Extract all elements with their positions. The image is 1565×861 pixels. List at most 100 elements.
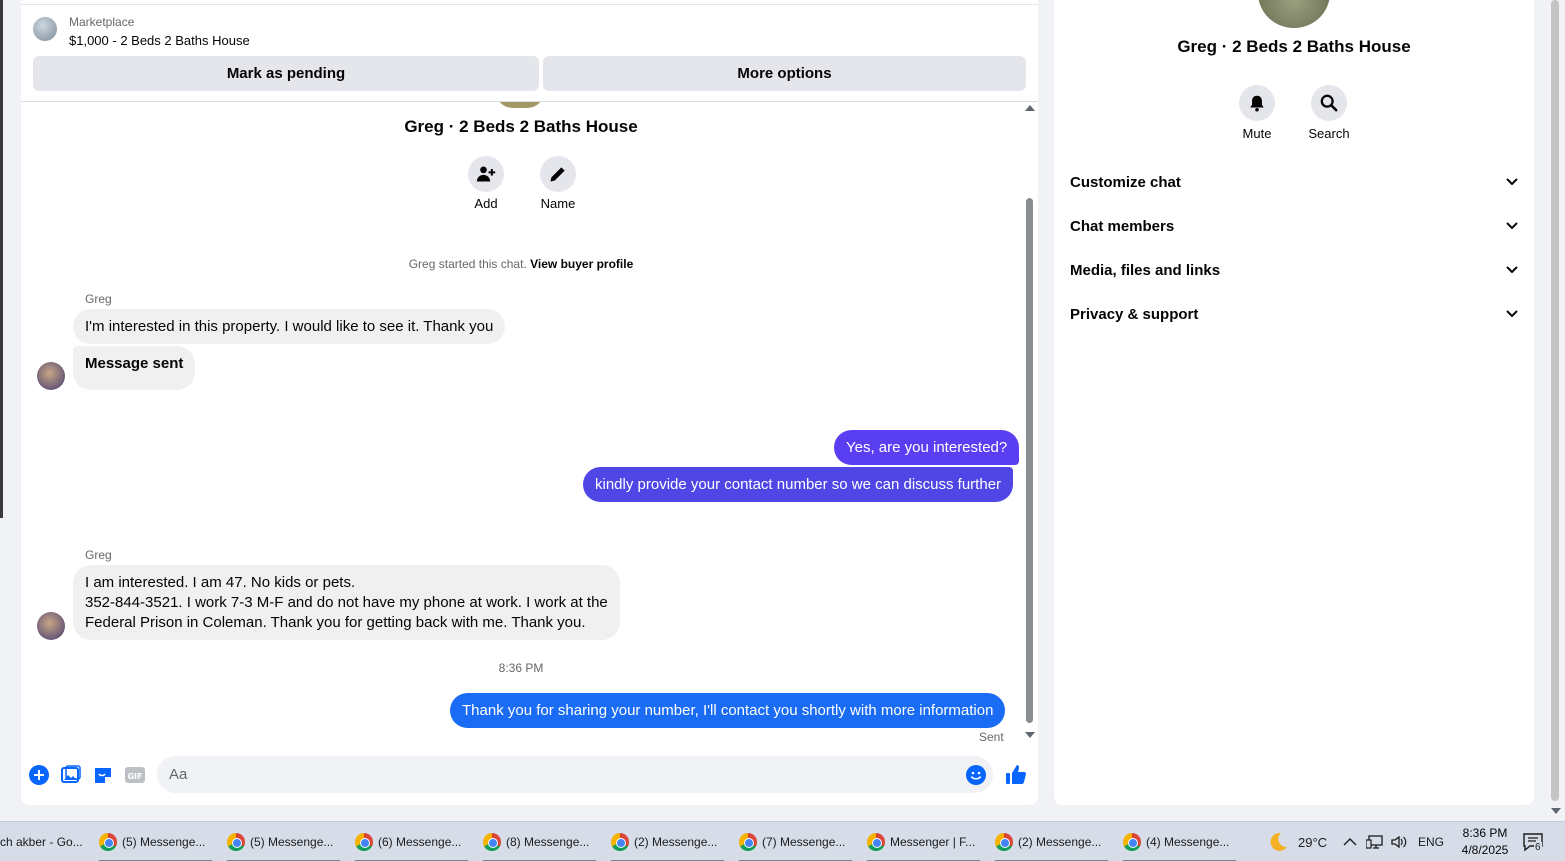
greg-avatar[interactable] <box>37 612 65 640</box>
message-line: I am interested. I am 47. No kids or pet… <box>85 574 356 591</box>
notifications-button[interactable]: 6 <box>1522 822 1544 861</box>
thumbs-up-icon <box>1006 765 1026 784</box>
taskbar-app-label: (8) Messenge... <box>506 835 590 849</box>
chrome-icon <box>1123 833 1141 851</box>
attach-media-button[interactable] <box>60 764 82 786</box>
greg-avatar[interactable] <box>37 362 65 390</box>
weather-widget[interactable]: 29°C <box>1266 822 1327 861</box>
svg-text:GIF: GIF <box>127 772 142 781</box>
taskbar-app-label: (4) Messenge... <box>1146 835 1230 849</box>
chrome-icon <box>611 833 629 851</box>
message-scrollbar[interactable] <box>1024 102 1035 742</box>
chevron-down-icon <box>1506 310 1518 318</box>
add-label: Add <box>474 196 498 211</box>
clock-date: 4/8/2025 <box>1461 843 1509 857</box>
taskbar-app-label: (5) Messenge... <box>250 835 334 849</box>
mark-as-pending-button[interactable]: Mark as pending <box>33 56 539 91</box>
message-line: Federal Prison in Coleman. Thank you for… <box>85 614 586 631</box>
network-button[interactable] <box>1366 822 1384 861</box>
language-label: ENG <box>1418 835 1445 849</box>
scroll-down-arrow-icon[interactable] <box>1025 732 1035 738</box>
taskbar-app[interactable]: (6) Messenge... <box>355 822 468 861</box>
chat-members-section[interactable]: Chat members <box>1070 206 1518 246</box>
plus-circle-icon <box>29 765 49 785</box>
chrome-icon <box>227 833 245 851</box>
more-actions-button[interactable] <box>28 764 50 786</box>
media-files-links-section[interactable]: Media, files and links <box>1070 250 1518 290</box>
taskbar-app[interactable]: (5) Messenge... <box>227 822 340 861</box>
system-clock[interactable]: 8:36 PM 4/8/2025 <box>1455 825 1515 859</box>
volume-button[interactable] <box>1390 822 1408 861</box>
rename-button[interactable] <box>540 156 576 192</box>
chevron-down-icon <box>1506 222 1518 230</box>
add-person-icon <box>476 166 496 182</box>
taskbar-app-label: Messenger | F... <box>890 835 976 849</box>
search-button[interactable] <box>1311 85 1347 121</box>
more-options-button[interactable]: More options <box>543 56 1026 91</box>
page-scroll-thumb[interactable] <box>1551 0 1559 801</box>
like-button[interactable] <box>1004 764 1028 786</box>
message-timestamp: 8:36 PM <box>498 661 544 675</box>
show-hidden-icons-button[interactable] <box>1343 822 1357 861</box>
message-list[interactable]: Greg · 2 Beds 2 Baths House Add Name Gre… <box>21 102 1038 742</box>
chrome-icon <box>739 833 757 851</box>
message-bubble-incoming[interactable]: I'm interested in this property. I would… <box>73 309 506 344</box>
scroll-down-arrow-icon[interactable] <box>1551 808 1561 814</box>
chrome-icon <box>995 833 1013 851</box>
name-label: Name <box>540 196 576 211</box>
mute-button[interactable] <box>1239 85 1275 121</box>
scroll-up-arrow-icon[interactable] <box>1025 105 1035 111</box>
taskbar-app[interactable]: (4) Messenge... <box>1123 822 1236 861</box>
windows-taskbar: ch akber - Go... (5) Messenge... (5) Mes… <box>0 821 1565 861</box>
chevron-down-icon <box>1506 178 1518 186</box>
listing-thumbnail[interactable] <box>33 17 57 41</box>
marketplace-listing-bar: Marketplace $1,000 - 2 Beds 2 Baths Hous… <box>21 4 1038 102</box>
clock-time: 8:36 PM <box>1462 826 1508 840</box>
section-label: Media, files and links <box>1070 261 1221 279</box>
emoji-button[interactable] <box>965 764 987 786</box>
taskbar-app-label: (6) Messenge... <box>378 835 462 849</box>
group-avatar <box>495 102 545 108</box>
info-title: Greg · 2 Beds 2 Baths House <box>1177 37 1411 56</box>
chevron-up-icon <box>1343 838 1357 846</box>
language-indicator[interactable]: ENG <box>1418 822 1444 861</box>
listing-title[interactable]: $1,000 - 2 Beds 2 Baths House <box>69 33 250 48</box>
notification-count: 6 <box>1534 842 1542 853</box>
taskbar-app[interactable]: (8) Messenge... <box>483 822 596 861</box>
message-bubble-outgoing[interactable]: Thank you for sharing your number, I'll … <box>450 693 1006 728</box>
chat-info-panel: Greg · 2 Beds 2 Baths House Mute Search … <box>1054 0 1534 805</box>
taskbar-app[interactable]: (5) Messenge... <box>99 822 212 861</box>
view-buyer-profile-link[interactable]: View buyer profile <box>530 257 633 271</box>
taskbar-app[interactable]: (7) Messenge... <box>739 822 852 861</box>
chrome-icon <box>99 833 117 851</box>
weather-temp: 29°C <box>1298 834 1328 850</box>
search-icon <box>1320 94 1338 112</box>
taskbar-app[interactable]: ch akber - Go... <box>0 822 86 861</box>
chrome-icon <box>355 833 373 851</box>
page-scrollbar[interactable] <box>1547 0 1565 821</box>
taskbar-app[interactable]: (2) Messenge... <box>611 822 724 861</box>
message-bubble-outgoing[interactable]: kindly provide your contact number so we… <box>583 467 1014 502</box>
taskbar-app-label: (7) Messenge... <box>762 835 846 849</box>
taskbar-app-label: (2) Messenge... <box>1018 835 1102 849</box>
sticker-button[interactable] <box>92 764 114 786</box>
chrome-icon <box>483 833 501 851</box>
add-people-button[interactable] <box>468 156 504 192</box>
customize-chat-section[interactable]: Customize chat <box>1070 162 1518 202</box>
sender-name: Greg <box>85 548 112 562</box>
gif-button[interactable]: GIF <box>124 764 146 786</box>
message-bubble-outgoing[interactable]: Yes, are you interested? <box>834 430 1020 465</box>
privacy-support-section[interactable]: Privacy & support <box>1070 294 1518 334</box>
message-input[interactable] <box>157 756 993 793</box>
message-bubble-incoming[interactable]: Message sent <box>73 346 196 390</box>
bell-icon <box>1250 95 1264 112</box>
taskbar-app-label: (5) Messenge... <box>122 835 206 849</box>
gif-icon: GIF <box>125 767 145 783</box>
taskbar-app[interactable]: (2) Messenge... <box>995 822 1108 861</box>
chat-started-text: Greg started this chat. <box>408 257 527 271</box>
section-label: Chat members <box>1070 217 1175 235</box>
scroll-thumb[interactable] <box>1026 198 1033 723</box>
taskbar-app[interactable]: Messenger | F... <box>867 822 980 861</box>
pencil-icon <box>550 167 565 182</box>
message-bubble-incoming[interactable]: I am interested. I am 47. No kids or pet… <box>73 565 620 640</box>
